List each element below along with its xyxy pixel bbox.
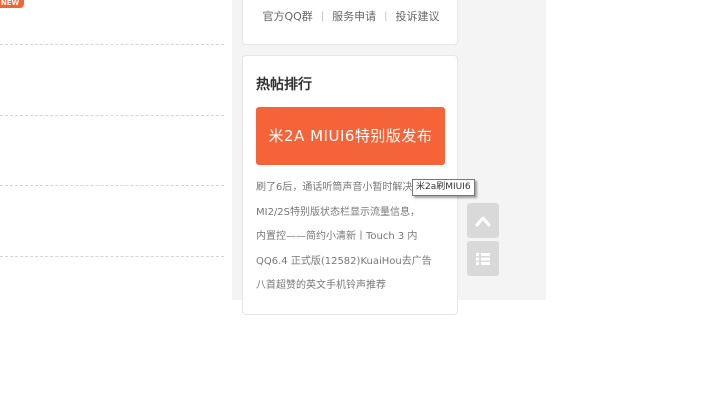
list-button[interactable]	[467, 241, 499, 276]
link-complaint[interactable]: 投诉建议	[396, 8, 440, 24]
hot-post-link[interactable]: QQ6.4 正式版(12582)KuaiHou去广告	[256, 250, 456, 275]
tooltip: 米2a刷MIUI6	[412, 179, 475, 196]
post-divider	[0, 44, 224, 45]
link-service-request[interactable]: 服务申请	[332, 8, 376, 24]
link-separator: |	[320, 10, 325, 22]
service-links-card: 官方QQ群 | 服务申请 | 投诉建议	[242, 0, 458, 45]
hot-posts-title: 热帖排行	[256, 77, 312, 93]
back-to-top-button[interactable]	[467, 203, 499, 238]
post-divider	[0, 115, 224, 116]
link-separator: |	[384, 10, 388, 22]
hot-post-link[interactable]: MI2/2S特别版状态栏显示流量信息，	[256, 201, 456, 226]
post-list-column: NEW	[0, 0, 232, 300]
hot-banner[interactable]: 米2A MIUI6特别版发布	[256, 107, 445, 165]
service-links: 官方QQ群 | 服务申请 | 投诉建议	[243, 7, 459, 25]
list-icon	[476, 252, 490, 265]
link-qq-group[interactable]: 官方QQ群	[262, 8, 312, 24]
new-badge: NEW	[0, 0, 24, 8]
hot-post-link[interactable]: 内置控——简约小清新丨Touch 3 内	[256, 225, 456, 250]
chevron-up-icon	[475, 216, 491, 226]
hot-post-link[interactable]: 八首超赞的英文手机铃声推荐	[256, 274, 456, 299]
post-divider	[0, 185, 224, 186]
post-divider	[0, 256, 224, 257]
